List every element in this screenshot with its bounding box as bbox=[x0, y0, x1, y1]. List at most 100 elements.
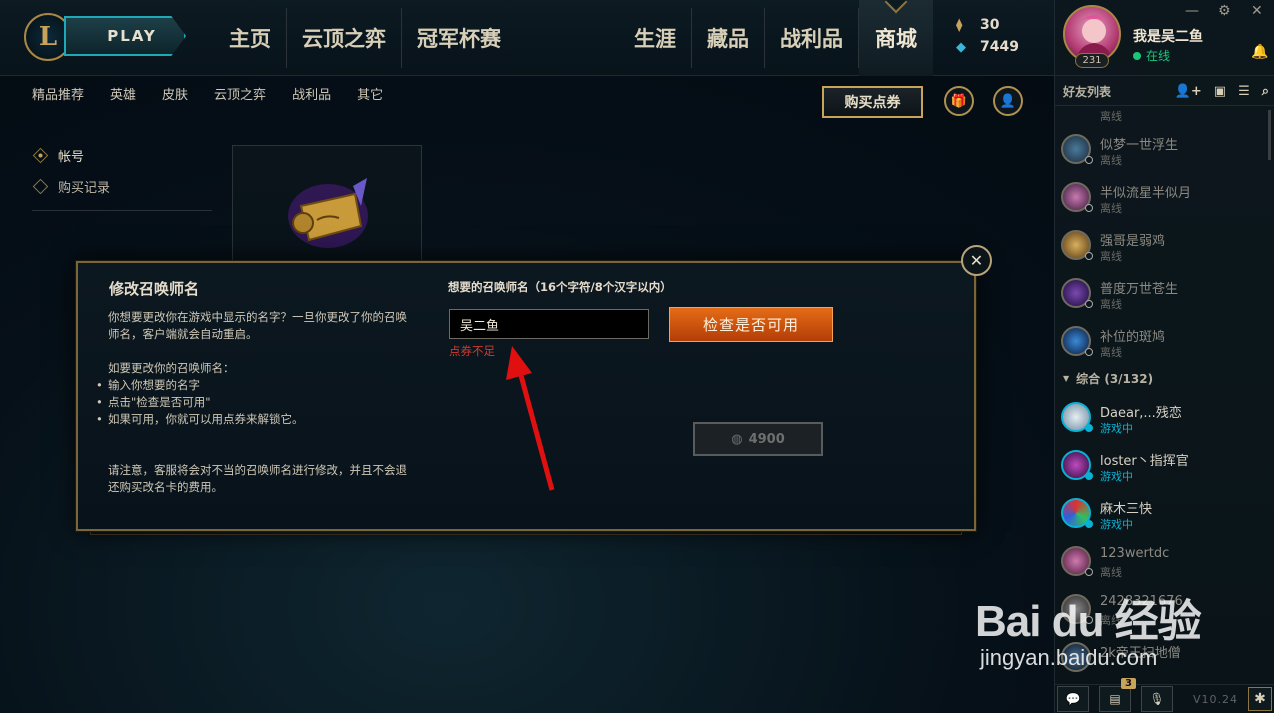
description-howto: 如要更改你的召唤师名： bbox=[108, 361, 235, 375]
friends-toolbar: 👤+ ▣ ☰ ⌕ bbox=[1175, 84, 1269, 99]
list-item[interactable]: 半似流星半似月 离线 bbox=[1055, 172, 1265, 220]
step-item: 点击"检查是否可用" bbox=[96, 394, 416, 411]
search-icon[interactable]: ⌕ bbox=[1262, 84, 1269, 99]
summoner-name: 我是吴二鱼 bbox=[1133, 29, 1203, 45]
summoner-name-input[interactable] bbox=[449, 309, 649, 339]
list-item[interactable]: 麻木三快 游戏中 bbox=[1055, 488, 1265, 536]
diamond-icon bbox=[32, 147, 49, 164]
friend-status: 离线 bbox=[1100, 202, 1122, 215]
friend-name: loster丶指挥官 bbox=[1100, 454, 1189, 469]
friend-name: 似梦一世浮生 bbox=[1100, 138, 1179, 153]
buy-rp-button[interactable]: 购买点券 bbox=[822, 86, 923, 118]
play-button[interactable]: PLAY bbox=[64, 16, 186, 56]
status-indicator-icon bbox=[1085, 348, 1093, 356]
watermark-logo: Bai du 经验 bbox=[975, 597, 1202, 646]
group-label: 综合 (3/132) bbox=[1076, 371, 1154, 386]
online-dot-icon bbox=[1133, 51, 1141, 60]
minimize-icon[interactable]: — bbox=[1185, 3, 1199, 19]
friend-status: 离线 bbox=[1100, 298, 1122, 311]
nav-home[interactable]: 主页 bbox=[214, 0, 286, 76]
friend-name: 麻木三快 bbox=[1100, 502, 1153, 517]
side-item-label: 帐号 bbox=[58, 150, 85, 165]
settings-gear-icon[interactable]: ⚙ bbox=[1218, 3, 1231, 19]
dialog-title: 修改召唤师名 bbox=[109, 280, 200, 298]
subnav-loot[interactable]: 战利品 bbox=[292, 84, 331, 103]
add-friend-icon[interactable]: 👤+ bbox=[1175, 84, 1202, 99]
list-item[interactable]: loster丶指挥官 游戏中 bbox=[1055, 440, 1265, 488]
friend-status: 离线 bbox=[1100, 154, 1122, 167]
description-warning: 请注意，客服将会对不当的召唤师名进行修改，并且不会退还购买改名卡的费用。 bbox=[108, 463, 407, 494]
subnav-champions[interactable]: 英雄 bbox=[110, 84, 136, 103]
side-item-account[interactable]: 帐号 bbox=[32, 140, 212, 171]
subnav-skins[interactable]: 皮肤 bbox=[162, 84, 188, 103]
friend-group-header[interactable]: ▼ 综合 (3/132) bbox=[1055, 364, 1265, 392]
step-item: 如果可用，你就可以用点券来解锁它。 bbox=[96, 411, 416, 428]
add-folder-icon[interactable]: ▣ bbox=[1214, 84, 1226, 99]
rp-icon: ◍ bbox=[731, 431, 743, 447]
status-indicator-icon bbox=[1085, 300, 1093, 308]
subnav-tft[interactable]: 云顶之弈 bbox=[214, 84, 266, 103]
friend-name: 123wertdc bbox=[1100, 546, 1170, 561]
list-item[interactable]: Daear,...残恋 游戏中 bbox=[1055, 392, 1265, 440]
price-value: 4900 bbox=[748, 431, 785, 447]
friend-status: 离线 bbox=[1100, 346, 1122, 359]
chevron-down-icon: ▼ bbox=[1063, 373, 1070, 383]
nav-left: 主页 云顶之弈 冠军杯赛 bbox=[214, 0, 516, 76]
friend-status: 游戏中 bbox=[1100, 422, 1133, 435]
scroll-icon bbox=[288, 178, 368, 248]
close-window-icon[interactable]: ✕ bbox=[1251, 3, 1263, 19]
friend-name: 补位的斑鸠 bbox=[1100, 330, 1166, 345]
friend-name: 强哥是弱鸡 bbox=[1100, 234, 1166, 249]
purchase-price-button[interactable]: ◍ 4900 bbox=[693, 422, 823, 456]
store-subnav: 精品推荐 英雄 皮肤 云顶之弈 战利品 其它 bbox=[32, 84, 383, 103]
list-item[interactable]: 强哥是弱鸡 离线 bbox=[1055, 220, 1265, 268]
step-item: 输入你想要的名字 bbox=[96, 377, 416, 394]
logo-letter: L bbox=[38, 22, 58, 52]
nav-loot[interactable]: 战利品 bbox=[765, 0, 858, 76]
friend-status: 离线 bbox=[1100, 110, 1122, 123]
friend-name: 普度万世苍生 bbox=[1100, 282, 1179, 297]
list-item[interactable]: 补位的斑鸠 离线 bbox=[1055, 316, 1265, 364]
nav-profile[interactable]: 生涯 bbox=[619, 0, 691, 76]
check-availability-button[interactable]: 检查是否可用 bbox=[669, 307, 833, 342]
bug-report-icon[interactable]: ✱ bbox=[1248, 687, 1272, 711]
friend-status: 离线 bbox=[1100, 250, 1122, 263]
divider bbox=[32, 210, 212, 211]
status-indicator-icon bbox=[1085, 204, 1093, 212]
nav-right: 生涯 藏品 战利品 商城 bbox=[619, 0, 933, 76]
friend-status: 游戏中 bbox=[1100, 470, 1133, 483]
list-item[interactable]: 似梦一世浮生 离线 bbox=[1055, 124, 1265, 172]
nav-clash[interactable]: 冠军杯赛 bbox=[402, 0, 516, 76]
subnav-featured[interactable]: 精品推荐 bbox=[32, 84, 84, 103]
close-icon[interactable]: ✕ bbox=[961, 245, 992, 276]
online-status[interactable]: 在线 bbox=[1133, 47, 1170, 64]
nav-tft[interactable]: 云顶之弈 bbox=[287, 0, 401, 76]
blue-essence-amount: 30 bbox=[980, 17, 1000, 33]
league-client-window: L PLAY 主页 云顶之弈 冠军杯赛 生涯 藏品 战利品 商城 ⧫ 30 ◆ 74… bbox=[0, 0, 1274, 713]
nav-collection[interactable]: 藏品 bbox=[692, 0, 764, 76]
friend-status: 游戏中 bbox=[1100, 518, 1133, 531]
subnav-other[interactable]: 其它 bbox=[357, 84, 383, 103]
status-indicator-icon bbox=[1085, 424, 1093, 432]
account-side-menu: 帐号 购买记录 bbox=[32, 140, 212, 211]
top-navigation-bar: L PLAY 主页 云顶之弈 冠军杯赛 生涯 藏品 战利品 商城 ⧫ 30 ◆ 74… bbox=[0, 0, 1054, 76]
rp-icon: ◆ bbox=[956, 39, 966, 55]
notification-bell-icon[interactable]: 🔔 bbox=[1251, 44, 1268, 60]
list-item[interactable]: 离线 bbox=[1055, 106, 1265, 124]
diamond-icon bbox=[32, 178, 49, 195]
side-item-purchase-history[interactable]: 购买记录 bbox=[32, 171, 212, 202]
profile-header: 231 我是吴二鱼 在线 — ⚙ ✕ 🔔 bbox=[1055, 0, 1274, 76]
account-settings-icon[interactable]: 👤 bbox=[993, 86, 1023, 116]
status-label: 在线 bbox=[1146, 49, 1171, 63]
error-message: 点券不足 bbox=[449, 344, 495, 358]
nav-store[interactable]: 商城 bbox=[859, 0, 933, 76]
level-badge: 231 bbox=[1075, 53, 1109, 68]
summoner-name-label: 想要的召唤师名（16个字符/8个汉字以内） bbox=[448, 280, 672, 294]
friends-scrollbar[interactable] bbox=[1268, 110, 1271, 160]
gift-icon[interactable]: 🎁 bbox=[944, 86, 974, 116]
friends-list-header: 好友列表 👤+ ▣ ☰ ⌕ bbox=[1055, 78, 1274, 106]
list-item[interactable]: 普度万世苍生 离线 bbox=[1055, 268, 1265, 316]
list-view-icon[interactable]: ☰ bbox=[1238, 84, 1250, 99]
status-indicator-icon bbox=[1085, 252, 1093, 260]
blue-essence-icon: ⧫ bbox=[956, 17, 963, 33]
